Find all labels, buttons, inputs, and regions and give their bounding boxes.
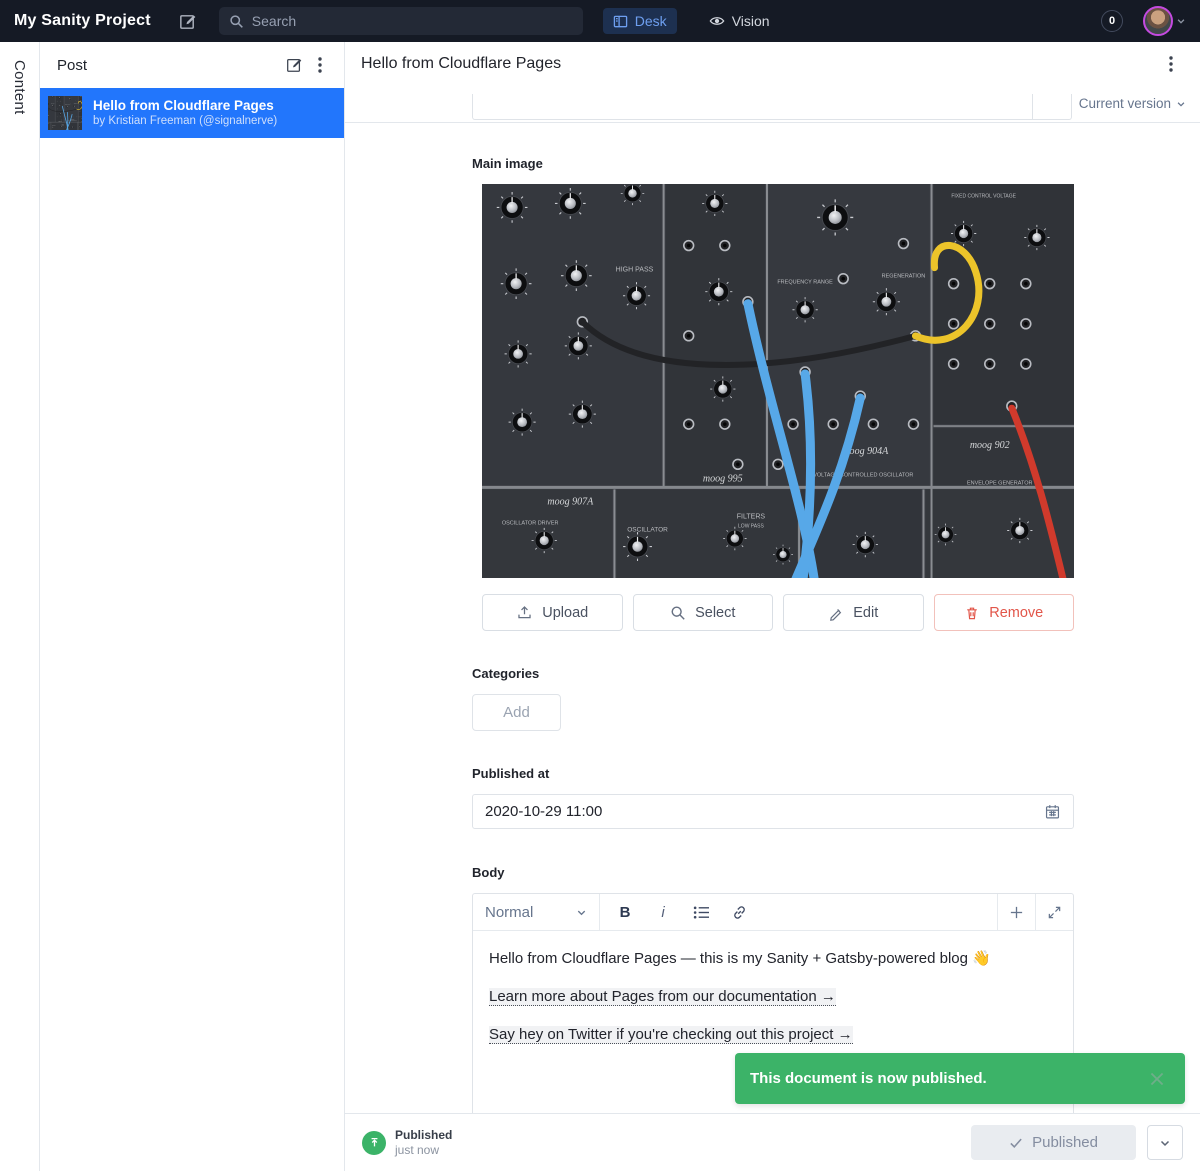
link-button[interactable] [720, 894, 758, 930]
close-icon[interactable] [1144, 1066, 1170, 1092]
publish-toast: This document is now published. [735, 1053, 1185, 1104]
italic-button[interactable]: i [644, 894, 682, 930]
editor-toolbar: Normal B i [473, 894, 1073, 931]
list-item-subtitle: by Kristian Freeman (@signalnerve) [93, 114, 277, 129]
chevron-down-icon [1159, 1137, 1171, 1149]
document-pane: Hello from Cloudflare Pages Current vers… [345, 42, 1200, 1171]
fullscreen-button[interactable] [1035, 894, 1073, 930]
search-icon [670, 605, 686, 621]
user-menu[interactable] [1143, 6, 1186, 36]
search-icon [229, 14, 244, 29]
tab-desk[interactable]: Desk [603, 8, 677, 34]
main-image-preview[interactable] [482, 184, 1074, 578]
publish-status-icon [362, 1131, 386, 1155]
publish-menu-button[interactable] [1147, 1125, 1183, 1160]
project-title: My Sanity Project [14, 12, 151, 30]
upload-button[interactable]: Upload [482, 594, 623, 631]
document-title: Hello from Cloudflare Pages [361, 55, 1158, 73]
plus-icon [1009, 905, 1024, 920]
edit-label: Edit [853, 605, 878, 621]
list-item-title: Hello from Cloudflare Pages [93, 97, 277, 115]
desk-icon [613, 14, 628, 29]
tab-vision[interactable]: Vision [699, 8, 780, 34]
select-button[interactable]: Select [633, 594, 774, 631]
bullet-list-button[interactable] [682, 894, 720, 930]
bullet-list-icon [693, 905, 710, 920]
document-header: Hello from Cloudflare Pages [345, 42, 1200, 85]
tab-vision-label: Vision [732, 13, 770, 29]
trash-icon [964, 605, 980, 621]
remove-button[interactable]: Remove [934, 594, 1075, 631]
pane-title: Post [57, 57, 280, 74]
tab-desk-label: Desk [635, 13, 667, 29]
published-at-label: Published at [472, 766, 1200, 781]
published-at-input[interactable]: 2020-10-29 11:00 [472, 794, 1074, 829]
top-navbar: My Sanity Project Search Desk [0, 0, 1200, 42]
publish-button-label: Published [1032, 1134, 1098, 1151]
pencil-icon [828, 605, 844, 621]
eye-icon [709, 13, 725, 29]
chevron-down-icon [576, 907, 587, 918]
published-at-value: 2020-10-29 11:00 [485, 803, 1044, 820]
publish-button[interactable]: Published [971, 1125, 1136, 1160]
kebab-menu-icon[interactable] [308, 53, 332, 77]
bold-button[interactable]: B [606, 894, 644, 930]
paragraph-style-select[interactable]: Normal [473, 894, 600, 930]
body-paragraph: Hello from Cloudflare Pages — this is my… [489, 948, 1057, 969]
publish-status-time: just now [395, 1143, 452, 1158]
search-input[interactable]: Search [219, 7, 583, 35]
expand-icon [1047, 905, 1062, 920]
main-image-label: Main image [472, 156, 1200, 171]
body-link-twitter[interactable]: Say hey on Twitter if you're checking ou… [489, 1026, 853, 1044]
search-placeholder: Search [252, 13, 296, 29]
post-thumbnail [48, 96, 82, 130]
upload-icon [516, 604, 533, 621]
avatar [1143, 6, 1173, 36]
add-category-button[interactable]: Add [472, 694, 561, 731]
document-form: Main image Upload [345, 123, 1200, 1113]
compose-icon[interactable] [175, 8, 201, 34]
edit-button[interactable]: Edit [783, 594, 924, 631]
upload-label: Upload [542, 605, 588, 621]
version-label: Current version [1079, 96, 1171, 111]
post-list-pane: Post Hello from Cloudflare Pages by Kris… [40, 42, 345, 1171]
remove-label: Remove [989, 605, 1043, 621]
body-label: Body [472, 865, 1200, 880]
document-footer: Published just now Published [345, 1113, 1200, 1171]
chevron-down-icon [1176, 16, 1186, 26]
calendar-icon[interactable] [1044, 803, 1061, 820]
insert-block-button[interactable] [997, 894, 1035, 930]
content-rail-label: Content [11, 60, 28, 115]
version-selector[interactable]: Current version [1079, 96, 1186, 111]
document-kebab-icon[interactable] [1158, 51, 1184, 77]
post-list-header: Post [40, 42, 344, 88]
select-label: Select [695, 605, 735, 621]
categories-label: Categories [472, 666, 1200, 681]
chevron-down-icon [1176, 99, 1186, 109]
toast-message: This document is now published. [750, 1070, 1144, 1087]
new-document-icon[interactable] [280, 51, 308, 79]
paragraph-style-value: Normal [485, 904, 533, 921]
list-item-post[interactable]: Hello from Cloudflare Pages by Kristian … [40, 88, 344, 138]
notification-badge[interactable]: 0 [1101, 10, 1123, 32]
content-rail[interactable]: Content [0, 42, 40, 1171]
document-subheader: Current version [345, 85, 1200, 123]
publish-status-title: Published [395, 1128, 452, 1143]
body-link-docs[interactable]: Learn more about Pages from our document… [489, 988, 836, 1006]
check-icon [1009, 1137, 1023, 1149]
clipped-text-field[interactable] [472, 94, 1072, 120]
link-icon [731, 904, 748, 921]
